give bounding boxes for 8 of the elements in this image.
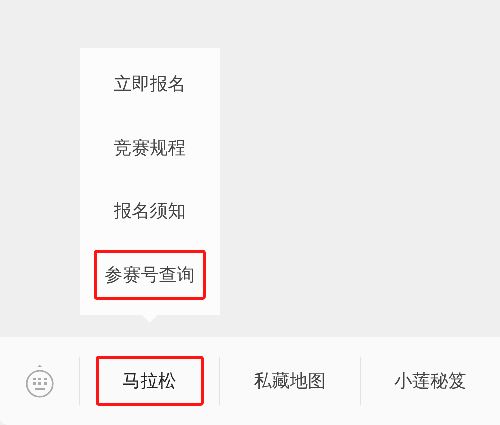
submenu-item[interactable]: 参赛号查询 [94,250,206,300]
submenu-item[interactable]: 立即报名 [103,58,197,109]
keyboard-icon[interactable] [24,364,54,398]
menu-bar-item[interactable]: 小莲秘笈 [367,356,494,406]
menu-bar-item[interactable]: 私藏地图 [226,356,353,406]
submenu-item[interactable]: 竞赛规程 [103,122,197,173]
submenu-item[interactable]: 报名须知 [103,186,197,236]
menu-bar-item[interactable]: 马拉松 [96,356,204,406]
